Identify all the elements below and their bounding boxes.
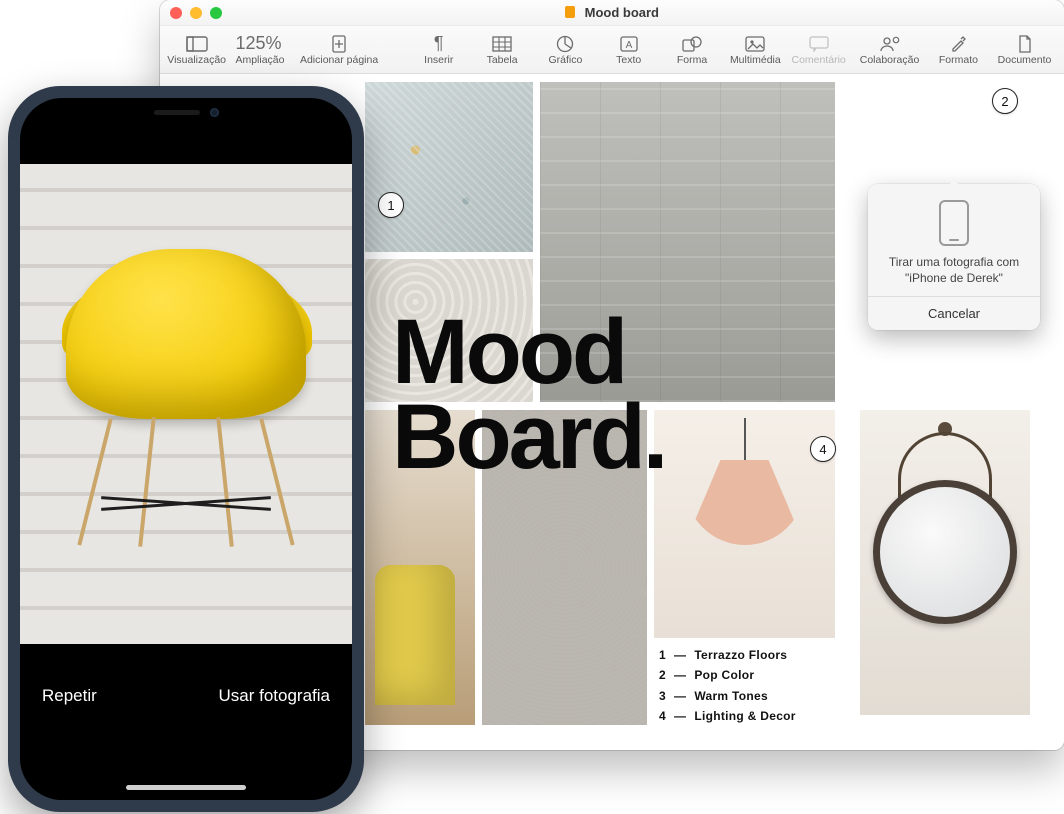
window-title-text: Mood board [585, 5, 659, 20]
zoom-button[interactable]: 125% Ampliação [229, 28, 290, 72]
collab-button[interactable]: Colaboração [853, 28, 925, 72]
continuity-cancel-button[interactable]: Cancelar [868, 296, 1040, 330]
text-btn-label: Texto [616, 54, 641, 66]
comment-button[interactable]: Comentário [788, 28, 849, 72]
window-title: Mood board [160, 5, 1064, 20]
view-button[interactable]: Visualização [166, 28, 227, 72]
media-label: Multimédia [730, 54, 781, 66]
callout-1: 1 [378, 192, 404, 218]
continuity-message: Tirar uma fotografia com "iPhone de Dere… [878, 254, 1030, 286]
format-button[interactable]: Formato [928, 28, 989, 72]
add-page-label: Adicionar página [300, 54, 378, 66]
chair-photo [66, 249, 306, 539]
format-label: Formato [939, 54, 978, 66]
document-icon [565, 6, 575, 18]
legend-row: 1—Terrazzo Floors [654, 645, 796, 665]
chart-label: Gráfico [548, 54, 582, 66]
continuity-camera-popover: Tirar uma fotografia com "iPhone de Dere… [868, 184, 1040, 330]
shape-button[interactable]: Forma [661, 28, 722, 72]
document-button[interactable]: Documento [991, 28, 1058, 72]
retake-button[interactable]: Repetir [42, 686, 97, 706]
add-page-icon [328, 34, 350, 54]
camera-preview [20, 164, 352, 644]
toolbar: Visualização 125% Ampliação Adicionar pá… [160, 26, 1064, 74]
use-photo-button[interactable]: Usar fotografia [219, 686, 331, 706]
collab-icon [879, 34, 901, 54]
moodboard-title[interactable]: Mood Board. [392, 310, 665, 479]
legend-row: 2—Pop Color [654, 665, 796, 685]
iphone-screen: Repetir Usar fotografia [20, 98, 352, 800]
table-button[interactable]: Tabela [471, 28, 532, 72]
comment-icon [808, 34, 830, 54]
legend[interactable]: 1—Terrazzo Floors 2—Pop Color 3—Warm Ton… [654, 645, 796, 727]
front-camera-icon [210, 108, 219, 117]
view-label: Visualização [167, 54, 226, 66]
home-indicator[interactable] [126, 785, 246, 790]
callout-4: 4 [810, 436, 836, 462]
mirror-strap [898, 432, 992, 502]
notch [111, 98, 261, 126]
camera-action-bar: Repetir Usar fotografia [20, 644, 352, 800]
shape-icon [681, 34, 703, 54]
shape-label: Forma [677, 54, 707, 66]
media-icon [744, 34, 766, 54]
zoom-label: Ampliação [235, 54, 284, 66]
format-icon [947, 34, 969, 54]
svg-text:A: A [625, 40, 632, 51]
speaker-icon [154, 110, 200, 115]
pilcrow-icon: ¶ [428, 34, 450, 54]
add-page-button[interactable]: Adicionar página [293, 28, 386, 72]
legend-row: 3—Warm Tones [654, 686, 796, 706]
insert-button[interactable]: ¶ Inserir [408, 28, 469, 72]
text-button[interactable]: A Texto [598, 28, 659, 72]
tile-mirror[interactable] [860, 410, 1030, 715]
comment-label: Comentário [792, 54, 846, 66]
table-label: Tabela [487, 54, 518, 66]
tile-lamp[interactable] [654, 410, 835, 638]
view-icon [186, 34, 208, 54]
titlebar: Mood board [160, 0, 1064, 26]
callout-2: 2 [992, 88, 1018, 114]
chart-icon [554, 34, 576, 54]
zoom-value-label: 125% [249, 34, 271, 54]
iphone-device: Repetir Usar fotografia [8, 86, 364, 812]
iphone-outline-icon [939, 200, 969, 246]
chart-button[interactable]: Gráfico [535, 28, 596, 72]
legend-row: 4—Lighting & Decor [654, 706, 796, 726]
media-button[interactable]: Multimédia [725, 28, 786, 72]
document-label: Documento [998, 54, 1052, 66]
table-icon [491, 34, 513, 54]
text-icon: A [618, 34, 640, 54]
collab-label: Colaboração [860, 54, 920, 66]
document-icon [1014, 34, 1036, 54]
tile-terrazzo[interactable] [365, 82, 533, 252]
insert-label: Inserir [424, 54, 453, 66]
